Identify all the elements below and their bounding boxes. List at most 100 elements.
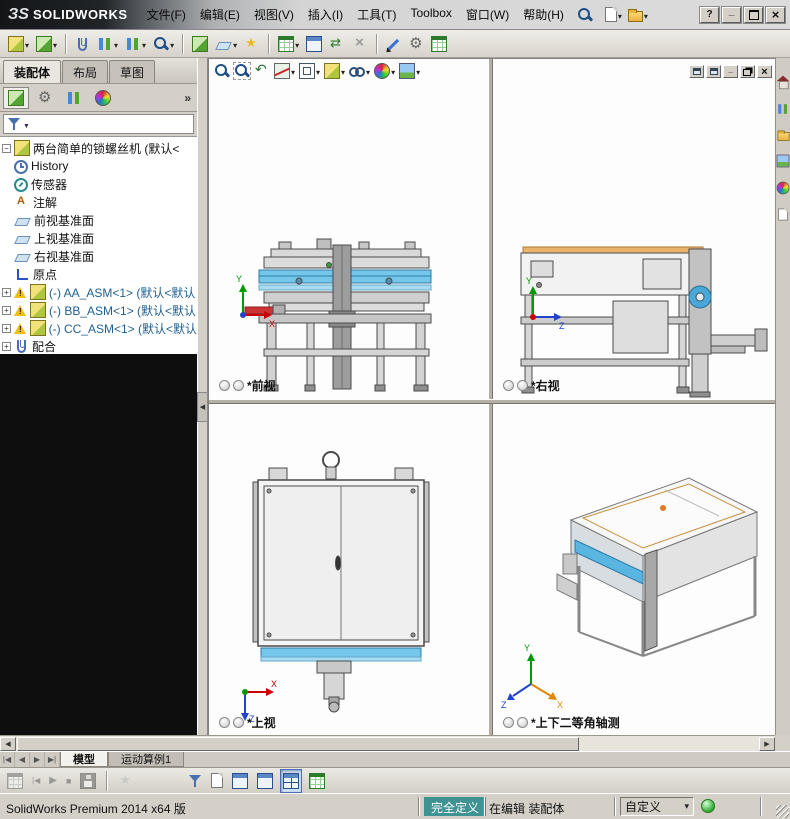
measure-button[interactable] <box>384 32 403 56</box>
previous-tab-button[interactable] <box>15 752 30 767</box>
zoom-area-button[interactable] <box>233 62 251 80</box>
resources-home-icon[interactable] <box>776 75 790 90</box>
stop-button[interactable] <box>64 769 73 793</box>
viewport-two-button[interactable] <box>255 769 275 793</box>
interference-detection-button[interactable] <box>327 32 347 56</box>
play-from-start-button[interactable] <box>30 769 42 793</box>
viewport-isometric[interactable]: Y X Z *上下二等角轴测 <box>493 404 776 736</box>
next-tab-button[interactable] <box>30 752 45 767</box>
tab-overflow-chevron[interactable]: » <box>184 91 194 105</box>
menu-edit[interactable]: 编辑(E) <box>193 2 247 27</box>
viewport-four-button[interactable] <box>280 768 303 793</box>
new-motion-study-button[interactable] <box>242 32 262 56</box>
reference-geometry-button[interactable] <box>213 32 239 56</box>
tree-item-front-plane[interactable]: 前视基准面 <box>14 211 197 229</box>
zoom-fit-button[interactable] <box>213 62 231 80</box>
tab-assembly[interactable]: 装配体 <box>3 60 62 83</box>
first-tab-button[interactable] <box>0 752 15 767</box>
new-document-button[interactable] <box>603 3 624 27</box>
tree-item-root[interactable]: 两台简单的锁螺丝机 (默认< <box>2 139 197 157</box>
exploded-view-button[interactable] <box>304 32 324 56</box>
resize-grip[interactable] <box>776 805 789 818</box>
chevron-down-icon[interactable] <box>618 8 622 22</box>
mate-button[interactable] <box>73 32 92 56</box>
menu-view[interactable]: 视图(V) <box>247 2 301 27</box>
chevron-down-icon[interactable] <box>366 64 370 78</box>
open-document-button[interactable] <box>626 3 650 27</box>
viewport-pane-button[interactable] <box>706 65 721 78</box>
linear-pattern-button[interactable] <box>95 32 120 56</box>
maximize-button[interactable] <box>743 5 764 24</box>
tree-item-right-plane[interactable]: 右视基准面 <box>14 247 197 265</box>
panel-collapse-handle[interactable] <box>197 392 208 422</box>
chevron-down-icon[interactable] <box>341 64 345 78</box>
expander-icon[interactable] <box>2 143 11 153</box>
tree-filter-field[interactable] <box>3 114 194 134</box>
apply-scene-button[interactable] <box>398 62 421 80</box>
save-animation-button[interactable] <box>78 769 98 793</box>
expander-icon[interactable] <box>2 323 11 333</box>
scroll-left-icon[interactable] <box>0 737 16 751</box>
appearances-tab[interactable] <box>90 87 116 109</box>
play-button[interactable] <box>47 769 59 793</box>
minimize-button[interactable] <box>721 5 742 24</box>
excel-table-button[interactable] <box>307 769 327 793</box>
expander-icon[interactable] <box>2 305 11 315</box>
child-minimize-button[interactable] <box>723 65 738 78</box>
configurationmanager-tab[interactable] <box>61 87 87 109</box>
key-properties-button[interactable] <box>209 769 225 793</box>
child-restore-button[interactable] <box>740 65 755 78</box>
file-explorer-folder-icon[interactable] <box>777 130 789 141</box>
appearances-ball-icon[interactable] <box>776 181 790 195</box>
menu-toolbox[interactable]: Toolbox <box>404 2 459 27</box>
featuremanager-tab[interactable] <box>3 86 29 109</box>
tab-layout[interactable]: 布局 <box>62 60 109 83</box>
chevron-down-icon[interactable] <box>142 37 146 51</box>
scrollbar-thumb[interactable] <box>17 737 579 751</box>
assembly-features-button[interactable] <box>190 32 210 56</box>
edit-component-button[interactable] <box>34 32 59 56</box>
tree-item-bb-asm[interactable]: (-) BB_ASM<1> (默认<默认 <box>2 301 197 319</box>
menu-insert[interactable]: 插入(I) <box>301 2 350 27</box>
help-button[interactable]: ? <box>699 5 720 24</box>
child-close-button[interactable] <box>757 65 772 78</box>
menu-window[interactable]: 窗口(W) <box>459 2 516 27</box>
horizontal-scrollbar[interactable] <box>0 735 775 751</box>
bill-of-materials-button[interactable] <box>276 32 301 56</box>
viewport-vertical-splitter[interactable] <box>488 59 493 736</box>
scroll-right-icon[interactable] <box>759 737 775 751</box>
menu-tools[interactable]: 工具(T) <box>350 2 403 27</box>
custom-dropdown[interactable]: 自定义 <box>620 797 694 816</box>
tree-item-sensors[interactable]: 传感器 <box>14 175 197 193</box>
tree-item-cc-asm[interactable]: (-) CC_ASM<1> (默认<默认 <box>2 319 197 337</box>
viewport-single-button[interactable] <box>230 769 250 793</box>
mass-properties-button[interactable] <box>406 32 426 56</box>
propertymanager-tab[interactable] <box>32 87 58 109</box>
quick-tips-icon[interactable] <box>701 799 715 813</box>
previous-view-button[interactable] <box>253 61 271 80</box>
chevron-down-icon[interactable] <box>114 37 118 51</box>
tab-model[interactable]: 模型 <box>60 752 108 767</box>
chevron-down-icon[interactable] <box>416 64 420 78</box>
search-icon[interactable] <box>577 7 593 23</box>
chevron-down-icon[interactable] <box>295 37 299 51</box>
insert-components-button[interactable] <box>6 32 31 56</box>
custom-properties-icon[interactable] <box>778 208 788 221</box>
viewport-right[interactable]: Y Z *右视 <box>493 59 776 399</box>
menu-file[interactable]: 文件(F) <box>140 2 193 27</box>
menu-help[interactable]: 帮助(H) <box>516 2 571 27</box>
calculate-button[interactable] <box>5 769 25 793</box>
display-style-button[interactable] <box>323 62 346 80</box>
circular-pattern-button[interactable] <box>123 32 148 56</box>
design-table-button[interactable] <box>429 32 449 56</box>
animation-wizard-button[interactable] <box>116 769 136 793</box>
chevron-down-icon[interactable] <box>170 37 174 51</box>
viewport-top[interactable]: X Z *上视 <box>209 404 488 736</box>
tree-item-history[interactable]: History <box>14 157 197 175</box>
tab-sketch[interactable]: 草图 <box>109 60 156 83</box>
chevron-down-icon[interactable] <box>391 64 395 78</box>
close-button[interactable] <box>765 5 786 24</box>
design-library-icon[interactable] <box>777 103 790 116</box>
filter-button[interactable] <box>186 769 204 793</box>
hide-show-items-button[interactable] <box>348 62 371 80</box>
